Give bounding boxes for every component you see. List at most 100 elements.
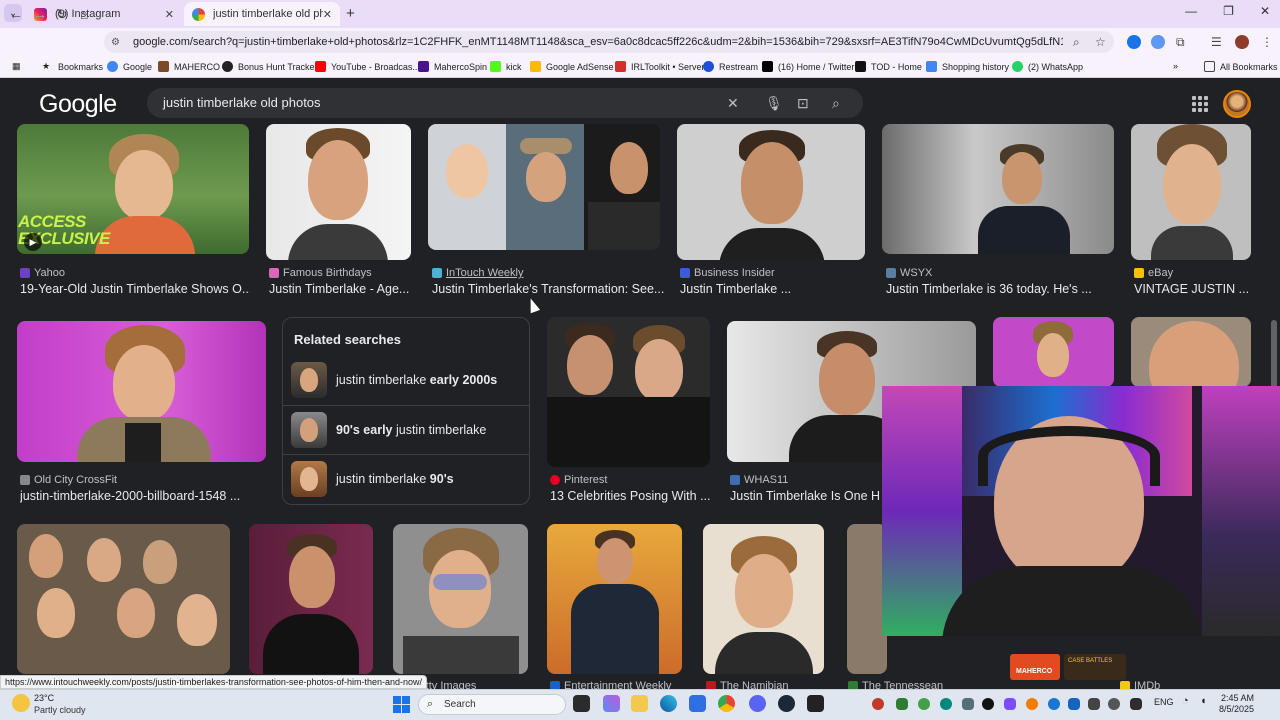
tray-app-icon[interactable] [1004,698,1016,710]
address-bar[interactable]: ⚙ google.com/search?q=justin+timberlake+… [104,31,1114,53]
bookmark-item[interactable]: Shopping history [926,61,1009,72]
bookmark-item[interactable]: MAHERCO [158,61,220,72]
zoom-icon[interactable]: ⌕ [1073,35,1080,50]
language-indicator[interactable]: ENG [1154,697,1174,707]
wifi-icon[interactable]: ◔ [1182,695,1189,707]
result-source[interactable]: InTouch Weekly [432,267,523,279]
account-avatar[interactable] [1223,90,1251,118]
google-logo[interactable]: Google [39,90,117,119]
weather-description[interactable]: Partly cloudy [34,705,86,715]
menu-kebab-icon[interactable]: ⋮ [1261,35,1273,49]
result-caption[interactable]: Justin Timberlake Is One Ho [730,489,880,503]
tray-app-icon[interactable] [1048,698,1060,710]
more-bookmarks-icon[interactable]: » [1173,61,1178,71]
result-image[interactable] [993,317,1114,387]
result-source[interactable]: Old City CrossFit [20,474,117,486]
tray-app-icon[interactable] [896,698,908,710]
file-explorer-icon[interactable] [631,695,648,712]
reload-icon[interactable]: ↻ [56,6,68,23]
related-search-item[interactable]: 90's early justin timberlake [283,405,529,453]
search-input[interactable]: justin timberlake old photos [147,88,863,118]
bookmark-item[interactable]: Bonus Hunt Tracker [222,61,318,72]
new-tab-icon[interactable]: + [346,5,355,22]
bookmark-item[interactable]: ★ Bookmarks [42,61,103,72]
search-icon[interactable]: ⌕ [832,95,840,112]
bookmark-star-icon[interactable]: ☆ [1095,35,1106,49]
result-caption[interactable]: 13 Celebrities Posing With ... [550,489,720,503]
result-image[interactable] [847,524,887,674]
result-image[interactable] [428,124,660,250]
task-view-icon[interactable] [573,695,590,712]
result-caption[interactable]: justin-timberlake-2000-billboard-1548 ..… [20,489,268,503]
related-search-item[interactable]: justin timberlake 90's [283,454,529,502]
extension-icon[interactable] [1151,35,1165,49]
close-tab-icon[interactable]: ✕ [165,8,174,21]
result-image[interactable] [547,524,682,674]
bookmark-item[interactable]: Restream [703,61,758,72]
result-image[interactable] [677,124,865,260]
result-image[interactable] [703,524,824,674]
store-icon[interactable] [689,695,706,712]
tab-google-search[interactable]: justin timberlake old photos - G ✕ [184,2,340,26]
microphone-icon[interactable]: 🎙 [765,95,783,112]
result-image[interactable] [882,124,1114,254]
result-source[interactable]: Famous Birthdays [269,267,372,279]
result-caption[interactable]: 19-Year-Old Justin Timberlake Shows O... [20,282,250,296]
result-source[interactable]: Yahoo [20,267,65,279]
bookmark-item[interactable]: kick [490,61,522,72]
tray-app-icon[interactable] [1130,698,1142,710]
bookmark-item[interactable]: (2) WhatsApp [1012,61,1083,72]
tray-app-icon[interactable] [872,698,884,710]
tray-app-icon[interactable] [918,698,930,710]
copilot-icon[interactable] [603,695,620,712]
tray-app-icon[interactable] [982,698,994,710]
result-image[interactable] [1131,317,1251,387]
clear-search-icon[interactable]: ✕ [727,95,739,112]
bookmark-item[interactable]: Google [107,61,152,72]
weather-icon[interactable] [12,694,30,712]
bluetooth-icon[interactable] [1068,698,1080,710]
camera-lens-icon[interactable]: ⊡ [797,95,809,112]
tray-app-icon[interactable] [1026,698,1038,710]
site-info-icon[interactable]: ⚙ [111,37,125,48]
result-caption[interactable]: Justin Timberlake is 36 today. He's ... [886,282,1118,296]
bookmark-item[interactable]: TOD - Home [855,61,922,72]
minimize-icon[interactable]: — [1185,4,1197,18]
forward-icon[interactable]: → [33,6,47,22]
reading-list-icon[interactable]: ☰ [1211,35,1222,49]
steam-icon[interactable] [778,695,795,712]
result-caption[interactable]: VINTAGE JUSTIN ... [1134,282,1264,296]
windows-start-icon[interactable] [393,696,410,713]
extensions-puzzle-icon[interactable]: ⧉ [1176,35,1185,50]
bookmark-item[interactable]: MahercoSpin [418,61,487,72]
result-source[interactable]: WSYX [886,267,932,279]
bookmark-item[interactable]: (16) Home / Twitter [762,61,854,72]
bookmark-item[interactable]: IRLToolkit • Server [615,61,705,72]
close-tab-icon[interactable]: ✕ [323,8,332,21]
chrome-icon[interactable] [718,695,735,712]
epic-games-icon[interactable] [807,695,824,712]
profile-icon[interactable] [1235,35,1249,49]
tray-app-icon[interactable] [1088,698,1100,710]
bookmark-item[interactable]: YouTube - Broadcas... [315,61,420,72]
related-search-item[interactable]: justin timberlake early 2000s [283,356,529,404]
bookmark-item[interactable]: Google AdSense [530,61,614,72]
result-image[interactable] [17,524,230,674]
result-image[interactable] [547,317,710,467]
maximize-icon[interactable]: ❐ [1223,4,1234,18]
back-icon[interactable]: ← [9,6,23,22]
volume-icon[interactable]: ◖ [1200,695,1207,707]
tray-app-icon[interactable] [940,698,952,710]
result-caption[interactable]: Justin Timberlake's Transformation: See.… [432,282,664,296]
all-bookmarks-folder[interactable]: All Bookmarks [1204,61,1278,72]
result-source[interactable]: Business Insider [680,267,775,279]
result-image[interactable] [17,321,266,462]
result-source[interactable]: WHAS11 [730,474,788,486]
close-window-icon[interactable]: ✕ [1260,4,1270,18]
apps-grid-icon[interactable]: ▦ [12,61,21,72]
tray-app-icon[interactable] [1108,698,1120,710]
google-apps-icon[interactable] [1192,96,1208,112]
result-caption[interactable]: Justin Timberlake ... [680,282,870,296]
result-source[interactable]: eBay [1134,267,1173,279]
discord-icon[interactable] [749,695,766,712]
